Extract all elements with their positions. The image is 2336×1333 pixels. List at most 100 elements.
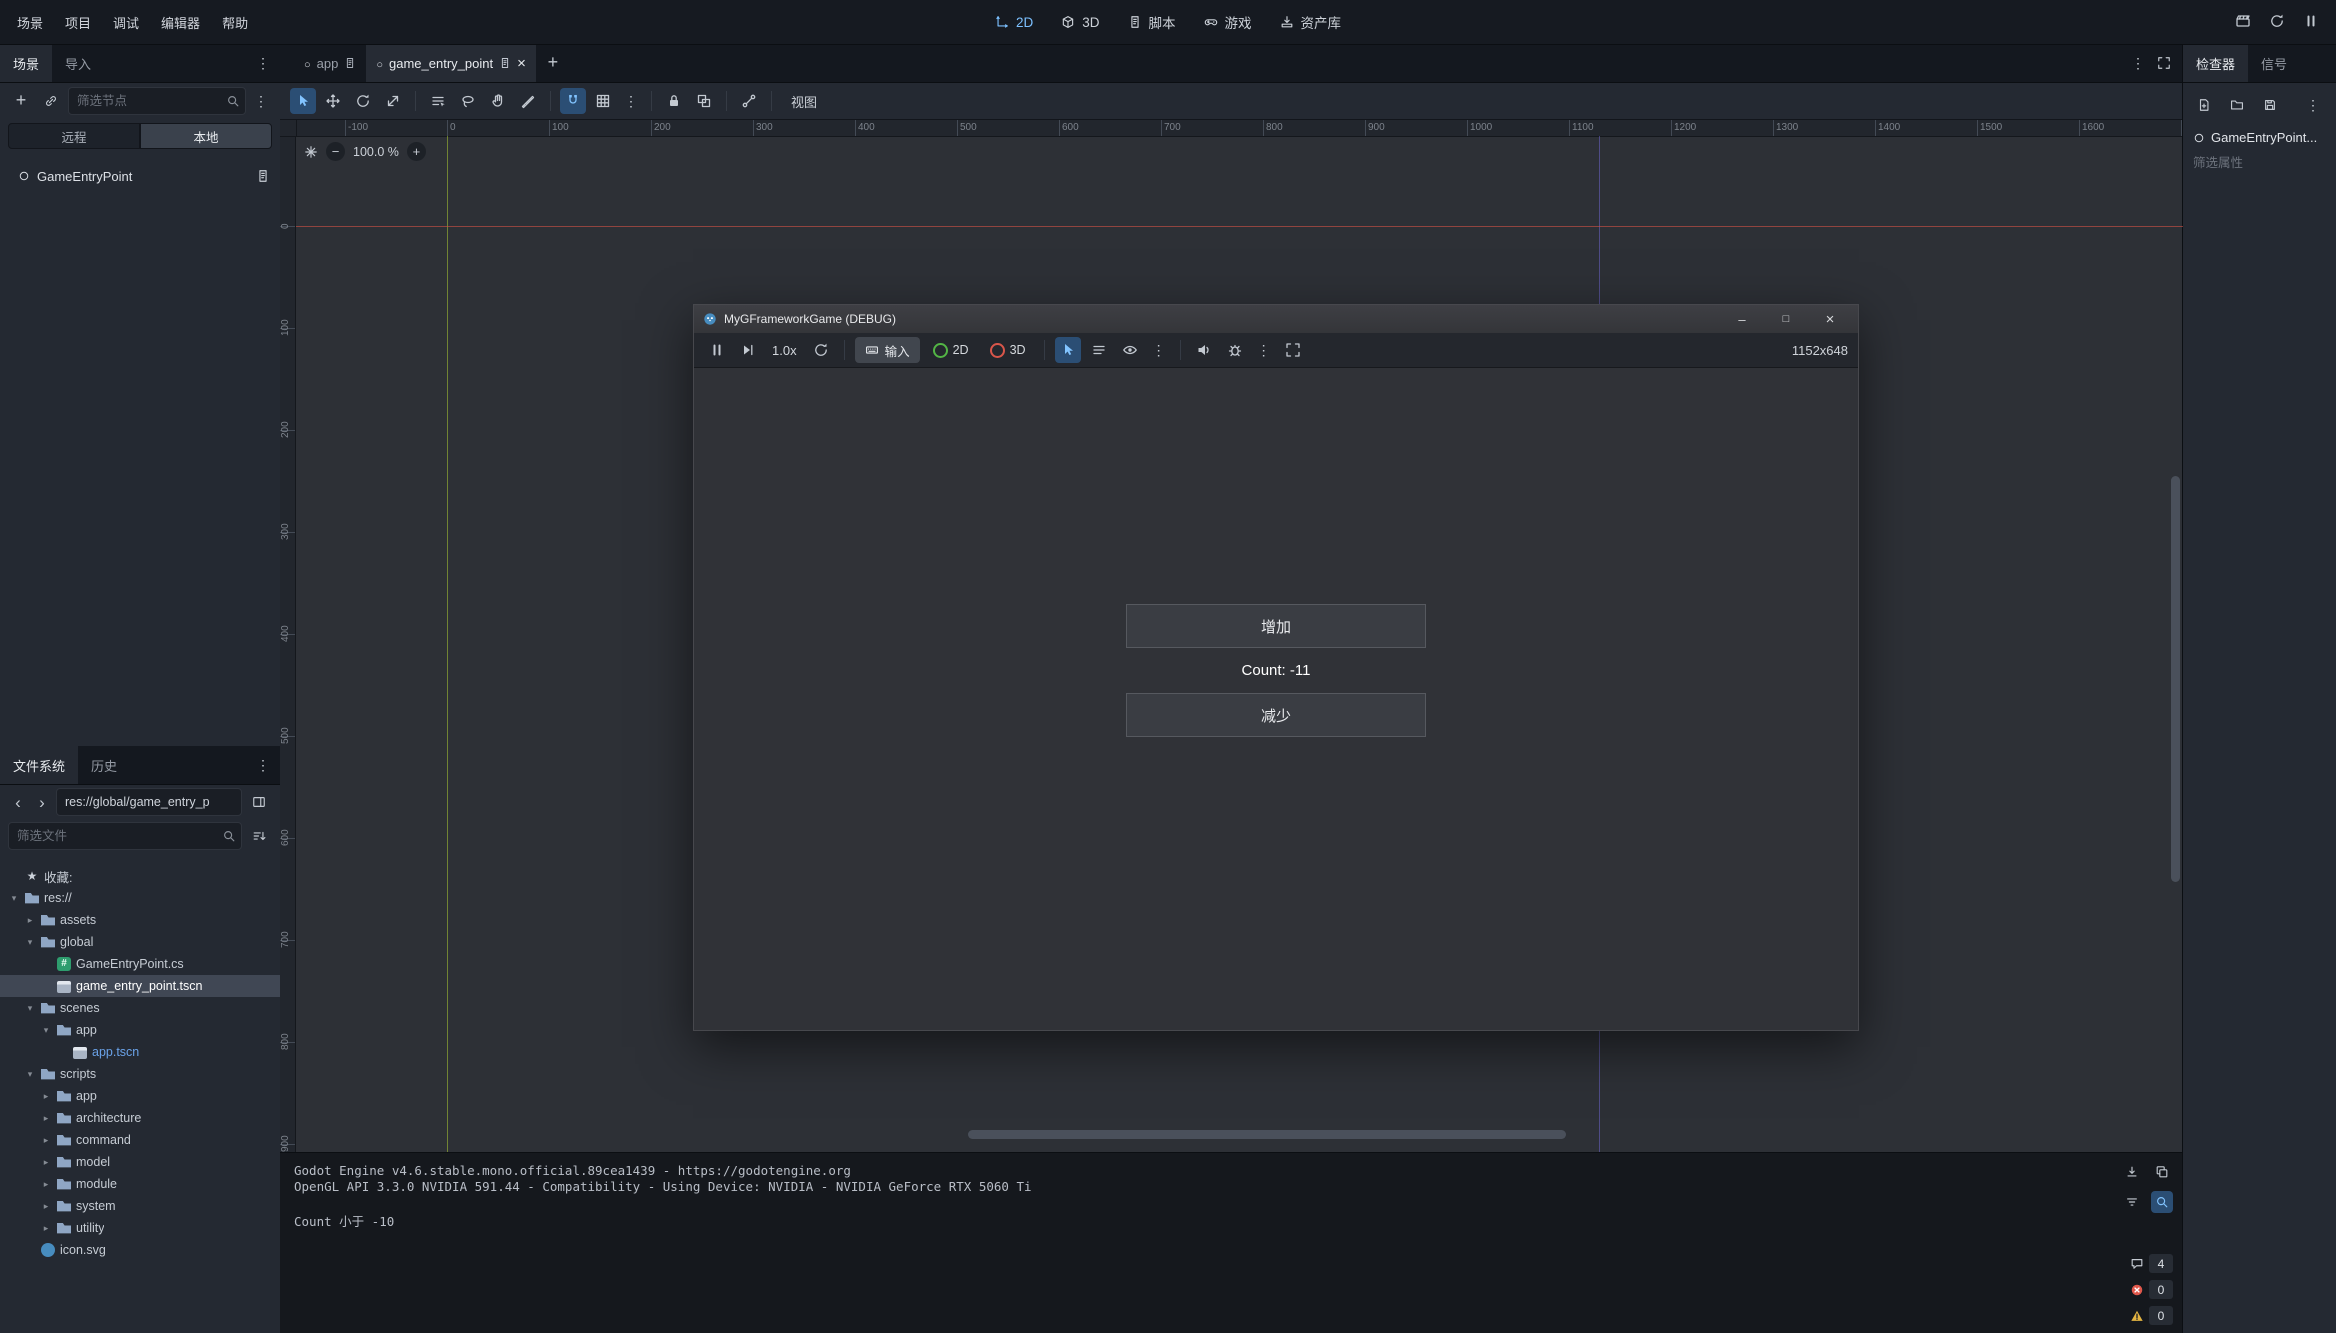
- skeleton-options-button[interactable]: [736, 88, 762, 114]
- tab-filesystem[interactable]: 文件系统: [0, 746, 78, 784]
- add-node-button[interactable]: [8, 88, 34, 114]
- expand-arrow-icon[interactable]: [40, 1091, 52, 1102]
- warnings-badge[interactable]: 0: [2130, 1306, 2173, 1325]
- log-filter-button[interactable]: [2121, 1191, 2143, 1213]
- camera-2d-toggle[interactable]: 2D: [925, 337, 977, 363]
- expand-arrow-icon[interactable]: [40, 1113, 52, 1124]
- errors-badge[interactable]: 0: [2130, 1280, 2173, 1299]
- fs-forward-button[interactable]: [32, 789, 52, 815]
- fs-split-view-button[interactable]: [246, 789, 272, 815]
- time-scale-label[interactable]: 1.0x: [766, 343, 803, 358]
- file-tree-item[interactable]: GameEntryPoint.cs: [0, 953, 280, 975]
- zoom-out-button[interactable]: −: [326, 142, 345, 161]
- select-tool-button[interactable]: [290, 88, 316, 114]
- center-view-icon[interactable]: [304, 145, 318, 159]
- workspace-3d-button[interactable]: 3D: [1050, 7, 1110, 37]
- file-tree-item[interactable]: global: [0, 931, 280, 953]
- debug-options-button[interactable]: [1222, 337, 1248, 363]
- instance-scene-button[interactable]: [38, 88, 64, 114]
- scene-tabs-menu-button[interactable]: [2127, 50, 2149, 76]
- save-resource-button[interactable]: [2261, 95, 2279, 115]
- restart-game-button[interactable]: [2264, 8, 2290, 34]
- runtime-options-button[interactable]: [1148, 337, 1170, 363]
- file-tree-item[interactable]: module: [0, 1173, 280, 1195]
- remote-button[interactable]: 远程: [8, 123, 140, 149]
- snap-options-button[interactable]: [620, 88, 642, 114]
- mute-audio-button[interactable]: [1191, 337, 1217, 363]
- menu-item[interactable]: 帮助: [211, 8, 259, 36]
- filter-nodes-input[interactable]: [77, 94, 219, 108]
- filter-files-input[interactable]: [17, 829, 215, 843]
- lock-button[interactable]: [661, 88, 687, 114]
- suspend-button[interactable]: [704, 337, 730, 363]
- attached-script-icon[interactable]: [256, 169, 270, 183]
- file-tree-item[interactable]: assets: [0, 909, 280, 931]
- expand-arrow-icon[interactable]: [24, 937, 36, 948]
- group-button[interactable]: [691, 88, 717, 114]
- copy-log-button[interactable]: [2151, 1161, 2173, 1183]
- more-options-button[interactable]: [1253, 337, 1275, 363]
- fs-back-button[interactable]: [8, 789, 28, 815]
- file-tree-item[interactable]: architecture: [0, 1107, 280, 1129]
- expand-arrow-icon[interactable]: [40, 1201, 52, 1212]
- file-tree-item[interactable]: system: [0, 1195, 280, 1217]
- filesystem-menu-button[interactable]: [252, 752, 274, 778]
- tab-signals[interactable]: 信号: [2248, 44, 2300, 82]
- inspector-menu-button[interactable]: [2302, 92, 2324, 118]
- decrease-button[interactable]: 减少: [1126, 693, 1426, 737]
- horizontal-scrollbar[interactable]: [968, 1130, 1566, 1139]
- file-tree-item[interactable]: res://: [0, 887, 280, 909]
- file-tree-item[interactable]: app: [0, 1019, 280, 1041]
- minimize-icon[interactable]: [1735, 312, 1749, 327]
- runtime-list-button[interactable]: [1086, 337, 1112, 363]
- close-window-icon[interactable]: [1823, 312, 1837, 327]
- list-select-button[interactable]: [425, 88, 451, 114]
- pan-tool-button[interactable]: [485, 88, 511, 114]
- tab-import[interactable]: 导入: [52, 44, 104, 82]
- menu-item[interactable]: 项目: [54, 8, 102, 36]
- increase-button[interactable]: 增加: [1126, 604, 1426, 648]
- input-toggle-button[interactable]: 输入: [855, 337, 920, 363]
- load-resource-button[interactable]: [2228, 95, 2246, 115]
- game-window-titlebar[interactable]: MyGFrameworkGame (DEBUG): [694, 305, 1858, 333]
- fs-path-input[interactable]: [65, 795, 233, 809]
- scene-tree-menu-button[interactable]: [250, 88, 272, 114]
- workspace-assetlib-button[interactable]: 资产库: [1269, 7, 1353, 37]
- log-search-button[interactable]: [2151, 1191, 2173, 1213]
- inspected-node-row[interactable]: GameEntryPoint...: [2183, 125, 2336, 150]
- scene-tab-game-entry-point[interactable]: game_entry_point: [366, 44, 536, 82]
- scroll-to-bottom-button[interactable]: [2121, 1161, 2143, 1183]
- workspace-script-button[interactable]: 脚本: [1117, 7, 1187, 37]
- file-tree-item[interactable]: scripts: [0, 1063, 280, 1085]
- file-tree-item[interactable]: icon.svg: [0, 1239, 280, 1261]
- expand-arrow-icon[interactable]: [40, 1223, 52, 1234]
- workspace-game-button[interactable]: 游戏: [1193, 7, 1263, 37]
- fs-sort-button[interactable]: [246, 823, 272, 849]
- file-tree-item[interactable]: model: [0, 1151, 280, 1173]
- next-frame-button[interactable]: [735, 337, 761, 363]
- file-tree-item[interactable]: 收藏:: [0, 865, 280, 887]
- file-tree-item[interactable]: game_entry_point.tscn: [0, 975, 280, 997]
- scene-tab-app[interactable]: app: [294, 44, 366, 82]
- new-resource-button[interactable]: [2195, 95, 2213, 115]
- rotate-tool-button[interactable]: [350, 88, 376, 114]
- distraction-free-button[interactable]: [2151, 50, 2177, 76]
- zoom-in-button[interactable]: +: [407, 142, 426, 161]
- smart-snap-button[interactable]: [560, 88, 586, 114]
- expand-arrow-icon[interactable]: [24, 1069, 36, 1080]
- 2d-viewport[interactable]: -100010020030040050060070080090010001100…: [280, 120, 2183, 1152]
- pause-game-button[interactable]: [2298, 8, 2324, 34]
- close-tab-icon[interactable]: [517, 56, 526, 71]
- output-log[interactable]: Godot Engine v4.6.stable.mono.official.8…: [294, 1163, 2169, 1227]
- scene-tree-node[interactable]: GameEntryPoint: [0, 163, 280, 189]
- file-tree-item[interactable]: app.tscn: [0, 1041, 280, 1063]
- runtime-visibility-button[interactable]: [1117, 337, 1143, 363]
- filter-properties-input[interactable]: [2193, 156, 2326, 170]
- maximize-icon[interactable]: [1779, 312, 1793, 327]
- expand-arrow-icon[interactable]: [40, 1179, 52, 1190]
- tab-scene[interactable]: 场景: [0, 44, 52, 82]
- file-tree-item[interactable]: utility: [0, 1217, 280, 1239]
- new-scene-tab-button[interactable]: [540, 50, 566, 76]
- scale-tool-button[interactable]: [380, 88, 406, 114]
- file-tree-item[interactable]: command: [0, 1129, 280, 1151]
